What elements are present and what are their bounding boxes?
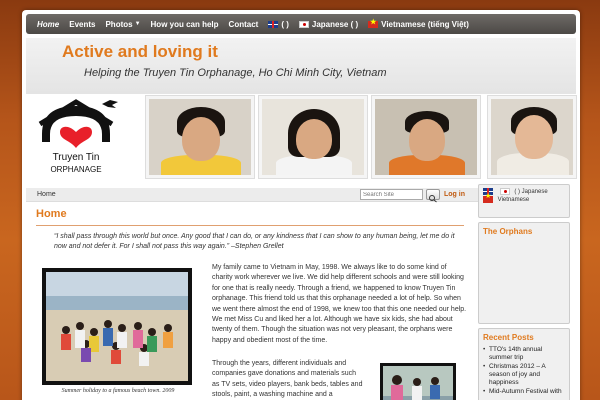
page-container: Home Events Photos ▼ How you can help Co…	[22, 10, 580, 400]
recent-post-link[interactable]: TTO's 14th annual summer trip	[483, 346, 565, 362]
banner-photo-4	[488, 96, 576, 178]
event-photo[interactable]	[380, 363, 456, 400]
sidebar-orphans-title: The Orphans	[483, 227, 533, 236]
nav-lang-english[interactable]: ( )	[263, 14, 294, 34]
japan-flag-icon	[499, 188, 510, 195]
banner-photo-1	[146, 96, 254, 178]
breadcrumb[interactable]: Home	[37, 191, 56, 198]
breadcrumb-bar: Home Log in	[26, 188, 494, 203]
intro-paragraph: My family came to Vietnam in May, 1998. …	[212, 264, 467, 344]
sidebar-orphans-box: The Orphans	[478, 222, 570, 324]
japan-flag-icon	[298, 20, 309, 28]
nav-lang-japanese[interactable]: Japanese ( )	[294, 14, 363, 34]
recent-post-link[interactable]: Mid-Autumn Festival with	[483, 388, 565, 396]
header-banner: Truyen Tin ORPHANAGE	[26, 94, 576, 184]
uk-flag-icon	[268, 20, 279, 28]
nav-photos[interactable]: Photos ▼	[100, 14, 145, 34]
sidebar-language-box: ( ) Japanese Vietnamese	[478, 184, 570, 218]
search-button[interactable]	[426, 189, 440, 203]
logo-subtitle: ORPHANAGE	[50, 165, 101, 174]
main-nav: Home Events Photos ▼ How you can help Co…	[26, 14, 576, 34]
site-header: Active and loving it Helping the Truyen …	[26, 38, 576, 94]
nav-how-you-can-help[interactable]: How you can help	[146, 14, 224, 34]
nav-lang-vietnamese-label: Vietnamese (tiếng Việt)	[381, 19, 469, 29]
search-icon	[429, 195, 437, 203]
sidebar-lang-vietnamese[interactable]: Vietnamese	[498, 197, 530, 203]
sidebar-language-links[interactable]: ( ) Japanese Vietnamese	[479, 185, 569, 207]
nav-lang-english-label: ( )	[281, 19, 289, 29]
banner-photo-2	[259, 96, 367, 178]
photo-caption: Summer holiday to a famous beach town. 2…	[61, 388, 175, 394]
nav-photos-label: Photos	[105, 19, 133, 29]
chevron-down-icon: ▼	[134, 21, 141, 27]
nav-contact[interactable]: Contact	[224, 14, 264, 34]
vietnam-flag-icon	[368, 18, 379, 28]
quote-text: “I shall pass through this world but onc…	[54, 233, 455, 250]
recent-post-link[interactable]: Christmas 2012 – A season of joy and hap…	[483, 363, 565, 387]
beach-photo[interactable]	[42, 268, 192, 385]
site-tagline: Helping the Truyen Tin Orphanage, Ho Chi…	[84, 67, 387, 79]
site-title[interactable]: Active and loving it	[62, 42, 218, 62]
nav-events[interactable]: Events	[64, 14, 100, 34]
nav-home[interactable]: Home	[32, 14, 64, 34]
sidebar-lang-japanese[interactable]: ( ) Japanese	[514, 189, 547, 195]
nav-lang-vietnamese[interactable]: Vietnamese (tiếng Việt)	[363, 14, 474, 34]
page-title: Home	[36, 208, 67, 220]
login-link[interactable]: Log in	[444, 191, 465, 198]
nav-lang-japanese-label: Japanese ( )	[311, 19, 359, 29]
heading-divider	[36, 225, 464, 226]
recent-posts-list: TTO's 14th annual summer trip Christmas …	[479, 346, 569, 396]
search-input[interactable]	[360, 189, 423, 200]
sidebar-recent-posts-box: Recent Posts TTO's 14th annual summer tr…	[478, 328, 570, 400]
vietnam-flag-icon	[483, 193, 493, 204]
logo-name: Truyen Tin	[53, 152, 100, 163]
banner-photo-3	[372, 96, 480, 178]
history-paragraph: Through the years, different individuals…	[212, 360, 363, 399]
orphanage-logo: Truyen Tin ORPHANAGE	[26, 94, 126, 182]
sidebar-recent-posts-title: Recent Posts	[483, 333, 534, 342]
